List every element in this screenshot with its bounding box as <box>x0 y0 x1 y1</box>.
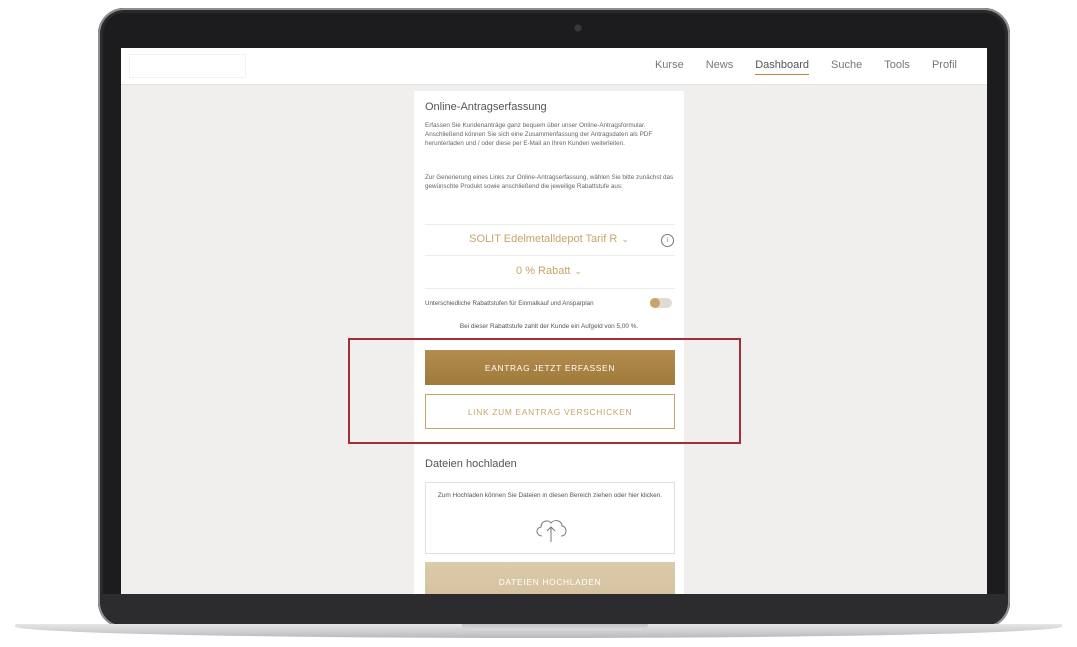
discount-select[interactable]: 0 % Rabatt ⌄ <box>414 265 684 277</box>
screen: Kurse News Dashboard Suche Tools Profil … <box>121 48 987 594</box>
cloud-upload-icon <box>536 520 567 542</box>
intro-paragraph: Erfassen Sie Kundenanträge ganz bequem ü… <box>425 122 653 147</box>
highlight-box <box>348 338 741 444</box>
divider <box>425 255 675 256</box>
nav-item-profil[interactable]: Profil <box>932 59 957 75</box>
card-title: Online-Antragserfassung <box>425 101 547 113</box>
divider <box>425 224 675 225</box>
nav-item-suche[interactable]: Suche <box>831 59 862 75</box>
chevron-down-icon: ⌄ <box>574 266 582 276</box>
aufgeld-note: Bei dieser Rabattstufe zahlt der Kunde e… <box>459 323 639 330</box>
nav-item-dashboard[interactable]: Dashboard <box>755 59 810 75</box>
laptop-bottom-bezel <box>101 594 1007 624</box>
product-select-value: SOLIT Edelmetalldepot Tarif R <box>469 233 618 245</box>
chevron-down-icon: ⌄ <box>621 234 629 244</box>
divider <box>425 288 675 289</box>
nav-item-kurse[interactable]: Kurse <box>655 59 684 75</box>
discount-levels-toggle[interactable] <box>650 298 672 308</box>
top-navigation-bar: Kurse News Dashboard Suche Tools Profil <box>121 48 987 85</box>
instructions-paragraph: Zur Generierung eines Links zur Online-A… <box>425 174 674 190</box>
camera-dot <box>575 25 581 31</box>
file-dropzone[interactable]: Zum Hochladen können Sie Dateien in dies… <box>425 482 675 554</box>
nav-item-tools[interactable]: Tools <box>884 59 910 75</box>
dropzone-text: Zum Hochladen können Sie Dateien in dies… <box>437 492 663 499</box>
main-nav: Kurse News Dashboard Suche Tools Profil <box>655 59 957 75</box>
product-select[interactable]: SOLIT Edelmetalldepot Tarif R ⌄ <box>414 233 684 245</box>
info-icon[interactable]: i <box>661 234 674 247</box>
upload-section-title: Dateien hochladen <box>425 458 517 470</box>
laptop-notch <box>462 624 648 630</box>
logo-placeholder <box>129 54 246 78</box>
toggle-knob <box>650 298 660 308</box>
dateien-hochladen-button[interactable]: DATEIEN HOCHLADEN <box>425 562 675 594</box>
nav-item-news[interactable]: News <box>706 59 734 75</box>
discount-select-value: 0 % Rabatt <box>516 265 571 277</box>
toggle-label: Unterschiedliche Rabattstufen für Einmal… <box>425 300 594 307</box>
